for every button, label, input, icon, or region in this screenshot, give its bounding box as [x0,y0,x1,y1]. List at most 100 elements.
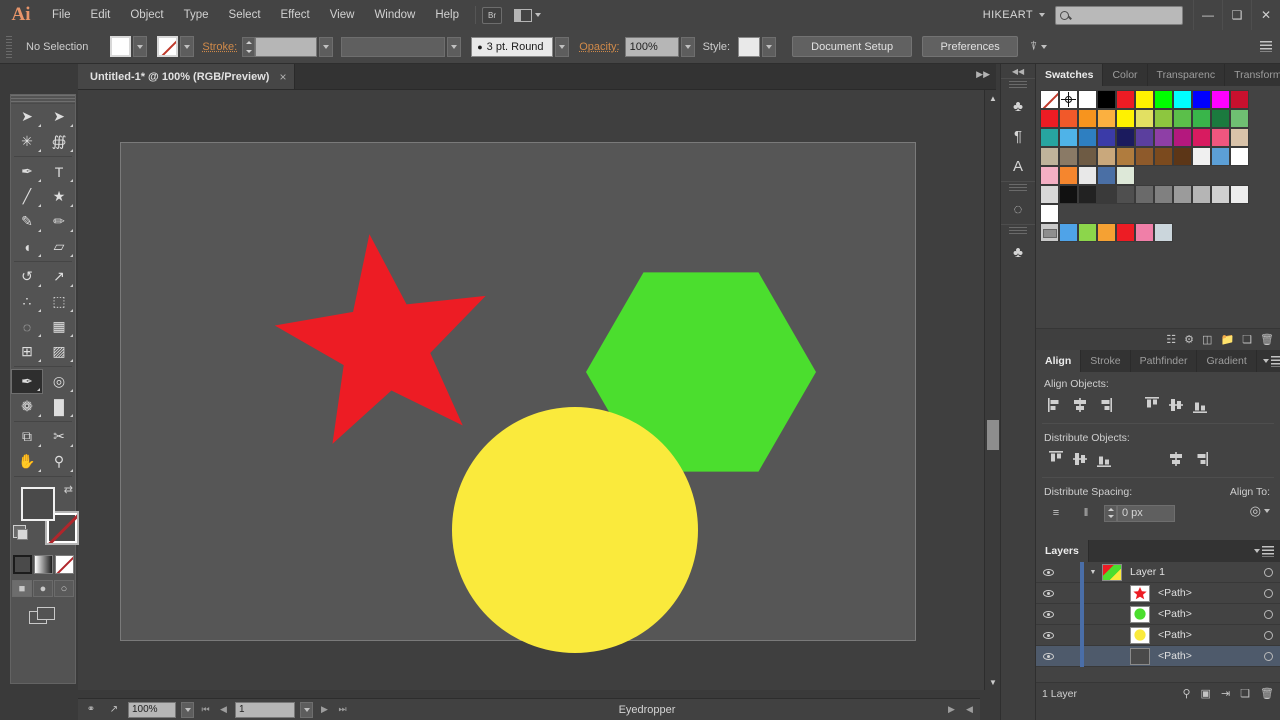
swatch[interactable] [1116,109,1135,128]
distribute-right-icon[interactable] [1188,449,1212,469]
create-sublayer-icon[interactable]: ⇥ [1221,687,1230,700]
swatch[interactable] [1154,223,1173,242]
align-chevron-down-icon[interactable] [1041,44,1048,49]
swatch[interactable] [1230,147,1249,166]
control-bar-menu-icon[interactable] [1260,41,1272,52]
path-row[interactable]: <Path> [1036,645,1280,667]
spacing-value-field[interactable]: 0 px [1117,504,1175,522]
layer-row[interactable]: ▼ Layer 1 [1036,561,1280,583]
swatch[interactable] [1211,147,1230,166]
menu-help[interactable]: Help [425,0,469,30]
target-indicator[interactable] [1256,651,1280,661]
swatch[interactable] [1116,185,1135,204]
show-kinds-icon[interactable]: ⚙ [1184,333,1194,346]
target-indicator[interactable] [1256,567,1280,577]
canvas-vertical-scrollbar[interactable]: ▲ ▼ [984,90,1000,690]
swatch[interactable] [1078,147,1097,166]
distribute-horizontal-center-icon[interactable] [1164,449,1188,469]
target-indicator[interactable] [1256,588,1280,598]
stroke-profile-chevron-down-icon[interactable] [447,36,462,57]
direct-selection-tool[interactable]: ➤ [43,104,75,129]
swatch[interactable] [1116,147,1135,166]
align-to-icon[interactable]: ◎ [1250,503,1261,519]
swatch[interactable] [1097,223,1116,242]
stroke-weight-chevron-down-icon[interactable] [319,36,334,57]
symbols-icon[interactable]: ◌ [1001,194,1035,224]
artboard-number-field[interactable]: 1 [235,701,295,718]
first-artboard-icon[interactable]: ⏮ [199,704,212,715]
swatch-options-icon[interactable]: ◫ [1202,333,1212,346]
layer-name[interactable]: <Path> [1150,587,1256,599]
menu-view[interactable]: View [320,0,365,30]
swatch[interactable] [1040,204,1059,223]
perspective-grid-tool[interactable]: ▦ [43,314,75,339]
cloud-sync-icon[interactable]: ⚭ [82,702,100,717]
stroke-weight-field[interactable] [255,36,318,57]
column-graph-tool[interactable]: █ [43,394,75,419]
swatch[interactable] [1211,128,1230,147]
type-tool[interactable]: T [43,159,75,184]
swatch[interactable] [1097,128,1116,147]
paintbrush-tool[interactable]: ✎ [11,209,43,234]
swatch[interactable] [1135,109,1154,128]
align-right-icon[interactable] [1092,395,1116,415]
opacity-label[interactable]: Opacity: [569,41,624,53]
fill-color-swatch[interactable] [21,487,55,521]
swatch[interactable] [1192,147,1211,166]
change-screen-mode-button[interactable] [11,607,75,627]
pen-tool[interactable]: ✒ [11,159,43,184]
arrange-documents-button[interactable] [514,8,541,22]
stroke-label[interactable]: Stroke: [194,41,242,53]
swatch[interactable] [1230,90,1249,109]
blend-tool[interactable]: ◎ [43,369,75,394]
graphic-styles-icon[interactable]: ♣ [1001,237,1035,267]
swatch[interactable] [1230,128,1249,147]
swatch-none[interactable] [1040,90,1059,109]
swatch[interactable] [1211,109,1230,128]
pencil-tool[interactable]: ✏ [43,209,75,234]
color-button[interactable] [12,555,32,574]
zoom-tool[interactable]: ⚲ [43,449,75,474]
shape-tool[interactable]: ★ [43,184,75,209]
lasso-tool[interactable]: ∰ [43,129,75,154]
none-button[interactable] [54,555,74,574]
distribute-horizontal-spacing-icon[interactable]: ‖ [1074,503,1098,523]
swatch[interactable] [1173,147,1192,166]
make-clipping-mask-icon[interactable]: ▣ [1201,687,1211,700]
artboard-chevron-down-icon[interactable] [300,701,313,718]
document-setup-button[interactable]: Document Setup [792,36,913,57]
swatch[interactable] [1097,109,1116,128]
brushes-icon[interactable]: ♣ [1001,91,1035,121]
opacity-chevron-down-icon[interactable] [680,36,695,57]
tab-stroke[interactable]: Stroke [1081,350,1131,372]
selection-tool[interactable]: ➤ [11,104,43,129]
swatch[interactable] [1211,185,1230,204]
path-row[interactable]: <Path> [1036,582,1280,604]
new-swatch-icon[interactable]: ❏ [1242,333,1252,346]
swatch-registration[interactable] [1059,90,1078,109]
menu-select[interactable]: Select [219,0,271,30]
eyedropper-tool[interactable]: ✒ [11,369,43,394]
swatch[interactable] [1059,166,1078,185]
swatch[interactable] [1135,223,1154,242]
visibility-eye-icon[interactable] [1036,568,1060,576]
line-segment-tool[interactable]: ╱ [11,184,43,209]
visibility-eye-icon[interactable] [1036,652,1060,660]
swatch[interactable] [1154,185,1173,204]
swatch[interactable] [1078,128,1097,147]
vertical-scroll-thumb[interactable] [987,420,999,450]
control-bar-grip[interactable] [6,35,12,58]
tab-color[interactable]: Color [1103,64,1148,86]
create-new-layer-icon[interactable]: ❏ [1240,687,1250,700]
new-color-group-icon[interactable]: 📁 [1220,333,1234,346]
star-shape[interactable] [264,219,503,449]
layer-name[interactable]: <Path> [1150,650,1256,662]
layers-list[interactable]: ▼ Layer 1 <Path> <Path> <Path> <Path> [1036,561,1280,682]
opacity-field[interactable]: 100% [624,36,679,57]
workspace-switcher-label[interactable]: HIKEART [983,9,1039,21]
width-tool[interactable]: ∴ [11,289,43,314]
stroke-chevron-down-icon[interactable] [180,36,195,57]
path-row[interactable]: <Path> [1036,624,1280,646]
dock-group-grip[interactable] [1009,81,1027,89]
search-input[interactable] [1055,5,1183,25]
